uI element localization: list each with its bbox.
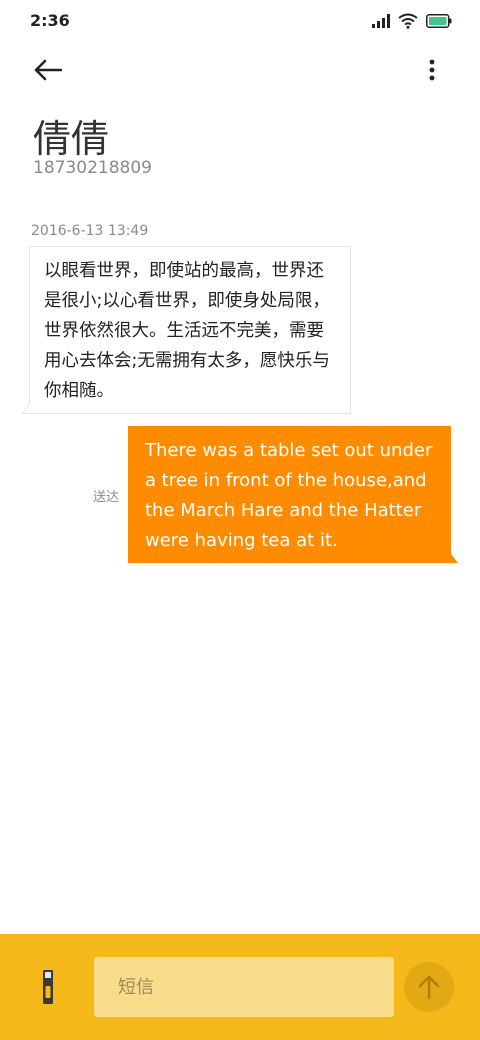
delivery-status: 送达 <box>93 490 120 505</box>
more-vertical-icon <box>429 59 435 81</box>
status-bar: 2:36 <box>0 0 480 42</box>
usb-icon[interactable] <box>38 968 58 1008</box>
more-options-button[interactable] <box>420 52 444 88</box>
contact-name: 倩倩 <box>33 117 110 161</box>
signal-icon <box>372 14 390 28</box>
back-button[interactable] <box>30 52 66 88</box>
usb-icon-graphic <box>43 970 53 1004</box>
app-bar <box>0 42 480 98</box>
status-time: 2:36 <box>30 11 70 30</box>
battery-icon <box>426 14 452 28</box>
send-button[interactable] <box>404 962 454 1012</box>
contact-number: 18730218809 <box>33 158 152 178</box>
outgoing-message-bubble[interactable]: There was a table set out under a tree i… <box>128 426 458 564</box>
incoming-message-bubble[interactable]: 以眼看世界，即使站的最高，世界还是很小;以心看世界，即使身处局限，世界依然很大。… <box>22 246 352 414</box>
wifi-icon <box>398 13 418 29</box>
incoming-message-text: 以眼看世界，即使站的最高，世界还是很小;以心看世界，即使身处局限，世界依然很大。… <box>44 261 330 401</box>
message-timestamp: 2016-6-13 13:49 <box>31 223 149 239</box>
arrow-left-icon <box>34 59 62 81</box>
status-icons <box>372 12 452 30</box>
message-input[interactable] <box>94 957 394 1017</box>
arrow-up-icon <box>418 975 440 1000</box>
outgoing-message-text: There was a table set out under a tree i… <box>145 440 433 551</box>
